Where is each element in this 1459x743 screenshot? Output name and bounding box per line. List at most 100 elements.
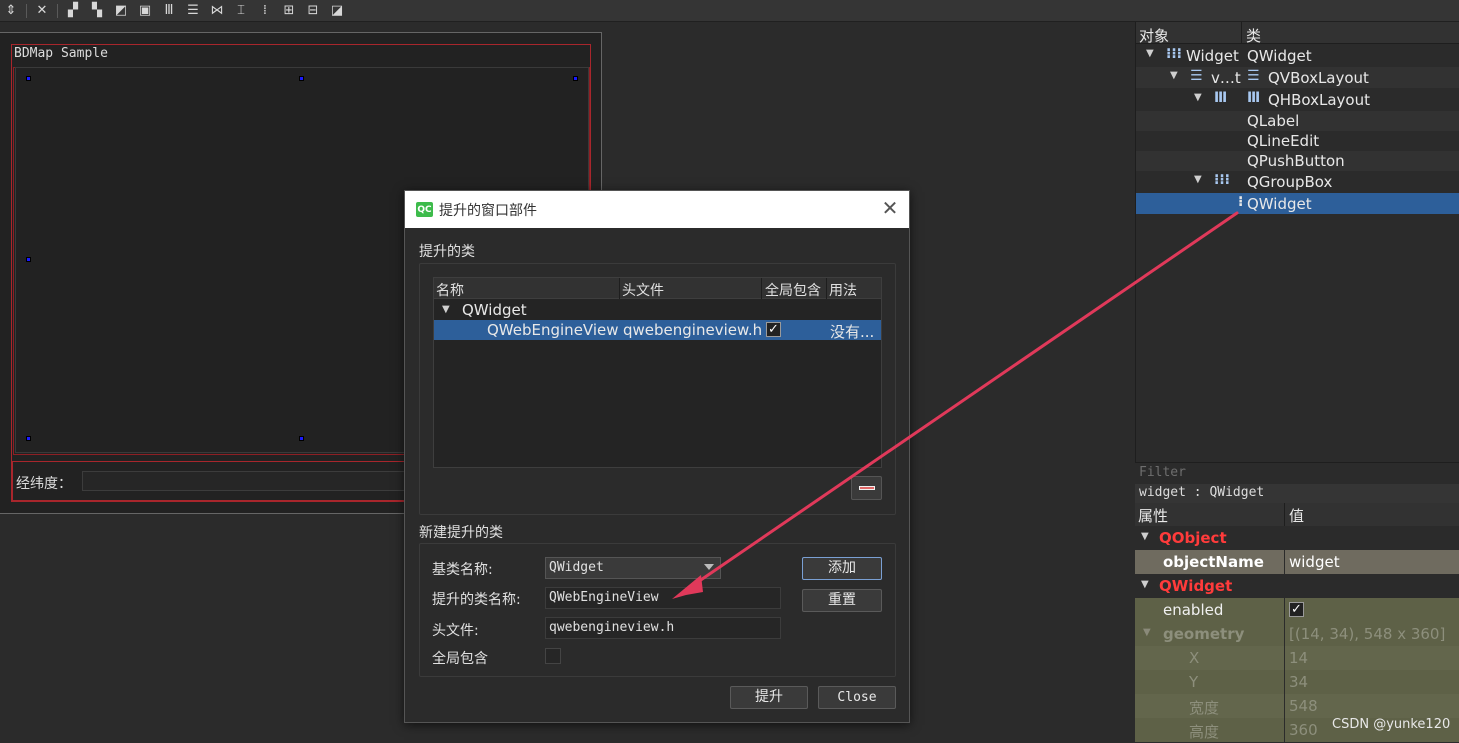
edit-widgets-icon[interactable]: ▞	[64, 3, 82, 19]
column-header[interactable]: 头文件	[622, 280, 664, 300]
splitter-horizontal-icon[interactable]: ⋈	[208, 3, 226, 19]
column-header[interactable]: 名称	[436, 280, 464, 300]
layout-horizontal-icon[interactable]: Ⅲ	[160, 3, 178, 19]
column-header[interactable]: 全局包含	[765, 280, 821, 300]
property-group-qobject[interactable]: ▼ QObject	[1135, 526, 1459, 550]
resize-handle[interactable]	[299, 76, 304, 81]
expand-arrow-icon[interactable]: ▼	[442, 304, 450, 315]
adjust-size-icon[interactable]: ⇕	[2, 3, 20, 19]
tree-row-qlabel[interactable]: QLabel	[1136, 111, 1459, 131]
watermark: CSDN @yunke120	[1332, 717, 1451, 732]
reset-button[interactable]: 重置	[802, 589, 882, 612]
remove-button[interactable]	[851, 476, 882, 500]
cell-global-include-checkbox[interactable]: ✓	[766, 322, 781, 337]
property-value[interactable]: 360	[1289, 721, 1318, 739]
property-value[interactable]: 34	[1289, 673, 1308, 691]
edit-tab-order-icon[interactable]: ▣	[136, 3, 154, 19]
property-value[interactable]: 14	[1289, 649, 1308, 667]
promoted-class-name-label: 提升的类名称:	[432, 592, 521, 608]
enabled-checkbox[interactable]: ✓	[1289, 602, 1304, 617]
chevron-down-icon	[704, 564, 714, 570]
global-include-checkbox[interactable]	[545, 648, 561, 664]
tree-row-widget[interactable]: ▼ ⁝⁝⁝ Widget QWidget	[1136, 45, 1459, 66]
edit-signals-icon[interactable]: ▚	[88, 3, 106, 19]
column-divider	[826, 278, 827, 299]
resize-handle[interactable]	[573, 76, 578, 81]
tree-row-qgroupbox[interactable]: ▼ ⁝⁝⁝ QGroupBox	[1136, 171, 1459, 192]
close-icon[interactable]: ✕	[879, 197, 901, 219]
add-button[interactable]: 添加	[802, 557, 882, 580]
property-row-width[interactable]: 宽度 548	[1135, 694, 1459, 718]
property-editor: 属性 值 ▼ QObject objectName widget ▼ QWidg…	[1135, 503, 1459, 743]
resize-handle[interactable]	[26, 76, 31, 81]
property-header: 属性 值	[1135, 503, 1459, 526]
property-value[interactable]: widget	[1289, 553, 1340, 571]
expand-arrow-icon[interactable]: ▼	[1141, 579, 1149, 590]
property-divider	[1284, 598, 1285, 622]
tree-class-name: QGroupBox	[1247, 173, 1333, 191]
expand-arrow-icon[interactable]: ▼	[1194, 174, 1202, 185]
hbox-layout-icon: Ⅲ	[1214, 90, 1228, 106]
adjust-size-2-icon[interactable]: ◪	[328, 3, 346, 19]
table-group-row[interactable]: ▼ QWidget	[434, 300, 881, 320]
header-file-input[interactable]: qwebengineview.h	[545, 617, 781, 639]
property-row-y[interactable]: Y 34	[1135, 670, 1459, 694]
property-value[interactable]: [(14, 34), 548 x 360]	[1289, 625, 1445, 643]
close-icon[interactable]: ✕	[33, 3, 51, 19]
global-include-label: 全局包含	[432, 651, 488, 667]
promoted-widgets-dialog: QC 提升的窗口部件 ✕ 提升的类 名称 头文件 全局包含 用法 ▼ QWidg…	[404, 190, 910, 723]
property-row-geometry[interactable]: ▼ geometry [(14, 34), 548 x 360]	[1135, 622, 1459, 646]
property-divider	[1284, 694, 1285, 718]
expand-arrow-icon[interactable]: ▼	[1141, 531, 1149, 542]
dialog-title: 提升的窗口部件	[439, 203, 537, 219]
edit-buddies-icon[interactable]: ◩	[112, 3, 130, 19]
property-row-objectname[interactable]: objectName widget	[1135, 550, 1459, 574]
tree-class-name: QLabel	[1247, 112, 1300, 130]
resize-handle[interactable]	[26, 436, 31, 441]
layout-vertical-icon[interactable]: ☰	[184, 3, 202, 19]
property-row-enabled[interactable]: enabled ✓	[1135, 598, 1459, 622]
tree-row-hboxlayout[interactable]: ▼ Ⅲ Ⅲ QHBoxLayout	[1136, 89, 1459, 110]
toolbar-separator	[26, 3, 27, 18]
cell-class-name: QWebEngineView	[487, 321, 619, 339]
cell-usage: 没有...	[830, 323, 875, 341]
tree-row-qlineedit[interactable]: QLineEdit	[1136, 131, 1459, 151]
expand-arrow-icon[interactable]: ▼	[1143, 627, 1151, 638]
cell-header-file: qwebengineview.h	[623, 321, 763, 339]
property-group-qwidget[interactable]: ▼ QWidget	[1135, 574, 1459, 598]
property-name: X	[1189, 649, 1200, 667]
resize-handle[interactable]	[299, 436, 304, 441]
layout-form-icon[interactable]: ⁞	[256, 3, 274, 19]
object-inspector: 对象 类 ▼ ⁝⁝⁝ Widget QWidget ▼ ☰ v…t ☰ QVBo…	[1135, 22, 1459, 462]
layout-grid-icon[interactable]: ⊞	[280, 3, 298, 19]
break-layout-icon[interactable]: ⊟	[304, 3, 322, 19]
resize-handle[interactable]	[26, 257, 31, 262]
column-divider	[761, 278, 762, 299]
base-class-combobox[interactable]: QWidget	[545, 557, 721, 579]
property-name: geometry	[1163, 625, 1245, 643]
close-button[interactable]: Close	[818, 686, 896, 709]
tree-class-name: QPushButton	[1247, 152, 1345, 170]
property-name: Y	[1189, 673, 1199, 691]
promoted-classes-table[interactable]: 名称 头文件 全局包含 用法 ▼ QWidget QWebEngineView …	[433, 277, 882, 468]
splitter-vertical-icon[interactable]: ⌶	[232, 3, 250, 19]
tree-row-qpushbutton[interactable]: QPushButton	[1136, 151, 1459, 171]
base-class-label: 基类名称:	[432, 562, 493, 578]
property-name: objectName	[1163, 553, 1264, 571]
tree-row-qwidget-selected[interactable]: ⁝ QWidget	[1136, 193, 1459, 214]
expand-arrow-icon[interactable]: ▼	[1170, 70, 1178, 81]
expand-arrow-icon[interactable]: ▼	[1146, 48, 1154, 59]
filter-placeholder: Filter	[1139, 465, 1186, 480]
header-object: 对象	[1139, 27, 1170, 45]
lnglat-input[interactable]	[82, 471, 412, 491]
property-filter[interactable]: Filter	[1135, 462, 1459, 484]
table-row-selected[interactable]: QWebEngineView qwebengineview.h ✓ 没有...	[434, 320, 881, 341]
property-class-info: widget : QWidget	[1135, 484, 1459, 503]
column-header[interactable]: 用法	[829, 280, 857, 300]
property-value[interactable]: 548	[1289, 697, 1318, 715]
expand-arrow-icon[interactable]: ▼	[1194, 92, 1202, 103]
property-row-x[interactable]: X 14	[1135, 646, 1459, 670]
tree-row-vboxlayout[interactable]: ▼ ☰ v…t ☰ QVBoxLayout	[1136, 67, 1459, 88]
promoted-class-name-input[interactable]: QWebEngineView	[545, 587, 781, 609]
promote-button[interactable]: 提升	[730, 686, 808, 709]
